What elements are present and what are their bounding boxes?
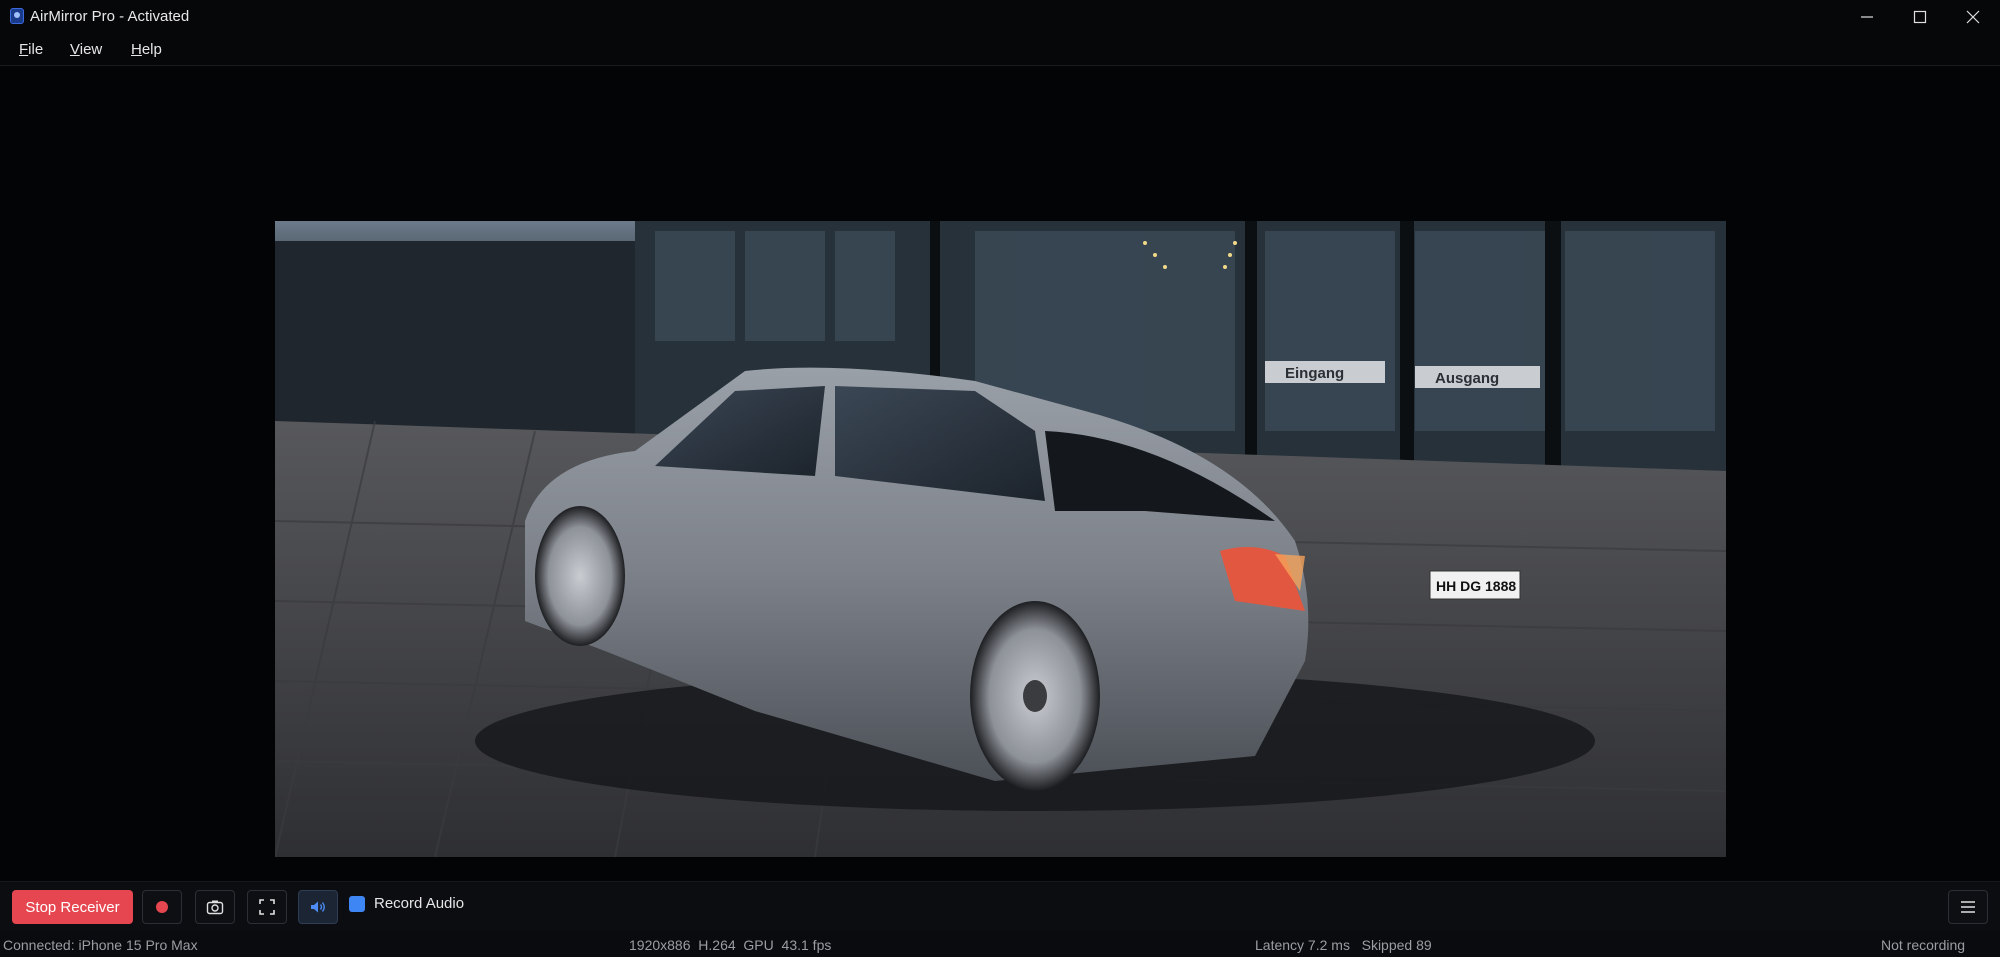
connection-status: Connected: iPhone 15 Pro Max [3,937,198,953]
camera-icon [206,900,224,915]
sign-ausgang: Ausgang [1435,370,1499,387]
record-audio-label: Record Audio [374,895,465,912]
screenshot-button[interactable] [195,890,235,924]
menu-file[interactable]: File [19,41,43,58]
latency-info: Latency 7.2 ms Skipped 89 [1255,937,1432,953]
mirror-viewport: Eingang Ausgang HH DG 1888 [0,66,2000,881]
record-icon [156,901,168,913]
status-bar: Connected: iPhone 15 Pro Max 1920x886 H.… [0,931,2000,957]
close-icon [1966,10,1980,24]
more-menu-button[interactable] [1948,890,1988,924]
maximize-button[interactable] [1893,0,1947,34]
control-toolbar: Stop Receiver [0,881,2000,932]
menu-help[interactable]: Help [131,41,162,58]
close-button[interactable] [1946,0,2000,34]
window-title: AirMirror Pro - Activated [30,8,190,25]
record-button[interactable] [142,890,182,924]
stop-receiver-button[interactable]: Stop Receiver [12,890,133,924]
record-audio-checkbox[interactable] [349,896,365,912]
recording-status: Not recording [1881,937,1966,953]
app-logo-icon [10,8,24,24]
stream-info: 1920x886 H.264 GPU 43.1 fps [629,937,832,953]
speaker-icon [311,901,325,913]
video-image: Eingang Ausgang HH DG 1888 [275,221,1726,857]
menu-bar: File View Help [0,34,2000,66]
license-plate: HH DG 1888 [1436,578,1516,594]
minimize-icon [1861,16,1873,18]
menu-view[interactable]: View [70,41,102,58]
minimize-button[interactable] [1840,0,1894,34]
audio-toggle-button[interactable] [298,890,338,924]
mirrored-video-frame[interactable]: Eingang Ausgang HH DG 1888 [275,221,1726,857]
sign-eingang: Eingang [1285,365,1344,382]
maximize-icon [1913,10,1927,24]
title-bar: AirMirror Pro - Activated [0,0,2000,34]
fullscreen-icon [259,899,275,915]
hamburger-icon [1961,901,1975,913]
fullscreen-button[interactable] [247,890,287,924]
